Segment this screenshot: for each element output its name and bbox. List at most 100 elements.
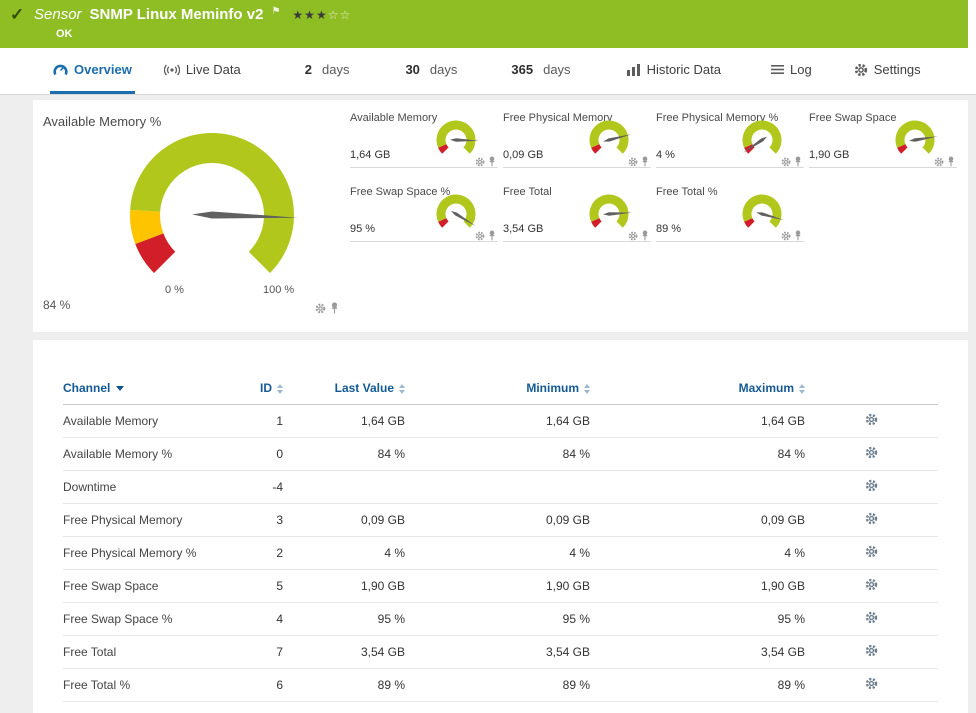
- channel-id: 5: [238, 569, 283, 603]
- table-row[interactable]: Available Memory % 0 84 % 84 % 84 %: [63, 437, 938, 471]
- channel-settings-icon[interactable]: [865, 545, 878, 558]
- pin-icon[interactable]: [641, 230, 649, 241]
- channel-settings-icon[interactable]: [865, 677, 878, 690]
- column-header-id[interactable]: ID: [238, 372, 283, 405]
- pin-icon[interactable]: [794, 230, 802, 241]
- tab-2-days[interactable]: 2 days: [302, 48, 353, 94]
- column-header-maximum[interactable]: Maximum: [590, 372, 805, 405]
- gear-icon[interactable]: [475, 231, 485, 241]
- gauge-actions: [934, 156, 955, 167]
- stars-empty[interactable]: ☆☆: [328, 8, 352, 22]
- title-row: Sensor SNMP Linux Meminfo v2 ⚑ ★★★☆☆: [34, 6, 351, 23]
- channel-maximum: 84 %: [590, 437, 805, 471]
- channel-maximum: 89 %: [590, 668, 805, 702]
- channel-settings-icon[interactable]: [865, 479, 878, 492]
- tab-overview[interactable]: Overview: [50, 48, 135, 94]
- gear-icon[interactable]: [934, 157, 944, 167]
- pin-icon[interactable]: [947, 156, 955, 167]
- gauge-icon: [53, 63, 68, 76]
- primary-gauge-value: 84 %: [43, 298, 71, 312]
- pin-icon[interactable]: [641, 156, 649, 167]
- column-header-last-value[interactable]: Last Value: [283, 372, 405, 405]
- sort-arrows-icon: [799, 383, 805, 394]
- channel-settings-icon[interactable]: [865, 446, 878, 459]
- channel-maximum: 1,64 GB: [590, 404, 805, 438]
- tab-live-data[interactable]: Live Data: [161, 48, 244, 94]
- channel-minimum: 84 %: [405, 437, 590, 471]
- mini-gauge-value: 3,54 GB: [503, 223, 544, 235]
- mini-gauge-free-total[interactable]: Free Total 3,54 GB: [503, 186, 651, 242]
- mini-gauge-free-total-pct[interactable]: Free Total % 89 %: [656, 186, 804, 242]
- primary-gauge[interactable]: [102, 125, 322, 285]
- channel-id: 3: [238, 503, 283, 537]
- channel-name: Free Physical Memory %: [63, 536, 238, 570]
- gear-icon[interactable]: [781, 157, 791, 167]
- channel-id: 2: [238, 536, 283, 570]
- gauge-actions: [315, 302, 339, 314]
- pin-icon[interactable]: [488, 156, 496, 167]
- tab-log[interactable]: Log: [768, 48, 815, 94]
- gear-icon[interactable]: [475, 157, 485, 167]
- gear-icon[interactable]: [781, 231, 791, 241]
- column-label: Minimum: [526, 380, 579, 395]
- tab-historic-data[interactable]: Historic Data: [624, 48, 724, 94]
- channel-minimum: 95 %: [405, 602, 590, 636]
- channels-table: Channel ID Last Value Minimum Maximum Av…: [63, 372, 938, 702]
- channel-last-value: 95 %: [283, 602, 405, 636]
- gear-icon[interactable]: [315, 303, 326, 314]
- channel-maximum: 95 %: [590, 602, 805, 636]
- channel-last-value: 4 %: [283, 536, 405, 570]
- tab-30-days[interactable]: 30 days: [402, 48, 460, 94]
- gauge-scale-max: 100 %: [263, 284, 295, 296]
- gear-icon[interactable]: [628, 231, 638, 241]
- table-row[interactable]: Available Memory 1 1,64 GB 1,64 GB 1,64 …: [63, 404, 938, 438]
- stars-filled[interactable]: ★★★: [292, 8, 327, 22]
- table-row[interactable]: Free Physical Memory 3 0,09 GB 0,09 GB 0…: [63, 503, 938, 537]
- tab-settings[interactable]: Settings: [851, 48, 924, 94]
- gauge-actions: [781, 156, 802, 167]
- gauges-panel: Available Memory % 0 % 100 % 84 % Availa…: [33, 100, 968, 332]
- tab-365-days[interactable]: 365 days: [508, 48, 573, 94]
- channel-settings-icon[interactable]: [865, 578, 878, 591]
- channel-minimum: 1,64 GB: [405, 404, 590, 438]
- table-row[interactable]: Free Physical Memory % 2 4 % 4 % 4 %: [63, 536, 938, 570]
- gear-icon[interactable]: [628, 157, 638, 167]
- flag-icon: ⚑: [271, 6, 281, 17]
- channel-minimum: 3,54 GB: [405, 635, 590, 669]
- mini-gauge-free-physical-memory-pct[interactable]: Free Physical Memory % 4 %: [656, 112, 804, 168]
- channel-last-value: 84 %: [283, 437, 405, 471]
- column-header-channel[interactable]: Channel: [63, 372, 238, 405]
- pin-icon[interactable]: [330, 302, 339, 314]
- channel-settings-icon[interactable]: [865, 413, 878, 426]
- table-row[interactable]: Free Swap Space 5 1,90 GB 1,90 GB 1,90 G…: [63, 569, 938, 603]
- mini-gauge-available-memory[interactable]: Available Memory 1,64 GB: [350, 112, 498, 168]
- channel-name: Free Total: [63, 635, 238, 669]
- pin-icon[interactable]: [794, 156, 802, 167]
- mini-gauge-free-swap-space-pct[interactable]: Free Swap Space % 95 %: [350, 186, 498, 242]
- tab-label: days: [543, 62, 571, 77]
- channel-settings-icon[interactable]: [865, 512, 878, 525]
- channel-last-value: 1,90 GB: [283, 569, 405, 603]
- table-row[interactable]: Free Total % 6 89 % 89 % 89 %: [63, 668, 938, 702]
- table-row[interactable]: Free Total 7 3,54 GB 3,54 GB 3,54 GB: [63, 635, 938, 669]
- channel-last-value: 89 %: [283, 668, 405, 702]
- channel-settings-icon[interactable]: [865, 611, 878, 624]
- table-row[interactable]: Downtime -4: [63, 470, 938, 504]
- pin-icon[interactable]: [488, 230, 496, 241]
- channel-name: Free Swap Space: [63, 569, 238, 603]
- channel-settings-icon[interactable]: [865, 644, 878, 657]
- sort-arrows-icon: [277, 383, 283, 394]
- column-header-minimum[interactable]: Minimum: [405, 372, 590, 405]
- channel-id: 1: [238, 404, 283, 438]
- sort-caret-icon: [116, 386, 125, 392]
- tab-number: 365: [511, 62, 534, 77]
- priority-stars[interactable]: ★★★☆☆: [292, 8, 351, 22]
- channel-maximum: 1,90 GB: [590, 569, 805, 603]
- table-row[interactable]: Free Swap Space % 4 95 % 95 % 95 %: [63, 602, 938, 636]
- live-data-icon: [163, 64, 180, 76]
- channel-last-value: 3,54 GB: [283, 635, 405, 669]
- channel-last-value: [283, 470, 405, 504]
- mini-gauge-free-physical-memory[interactable]: Free Physical Memory 0,09 GB: [503, 112, 651, 168]
- mini-gauge-value: 89 %: [656, 223, 682, 235]
- mini-gauge-free-swap-space[interactable]: Free Swap Space 1,90 GB: [809, 112, 957, 168]
